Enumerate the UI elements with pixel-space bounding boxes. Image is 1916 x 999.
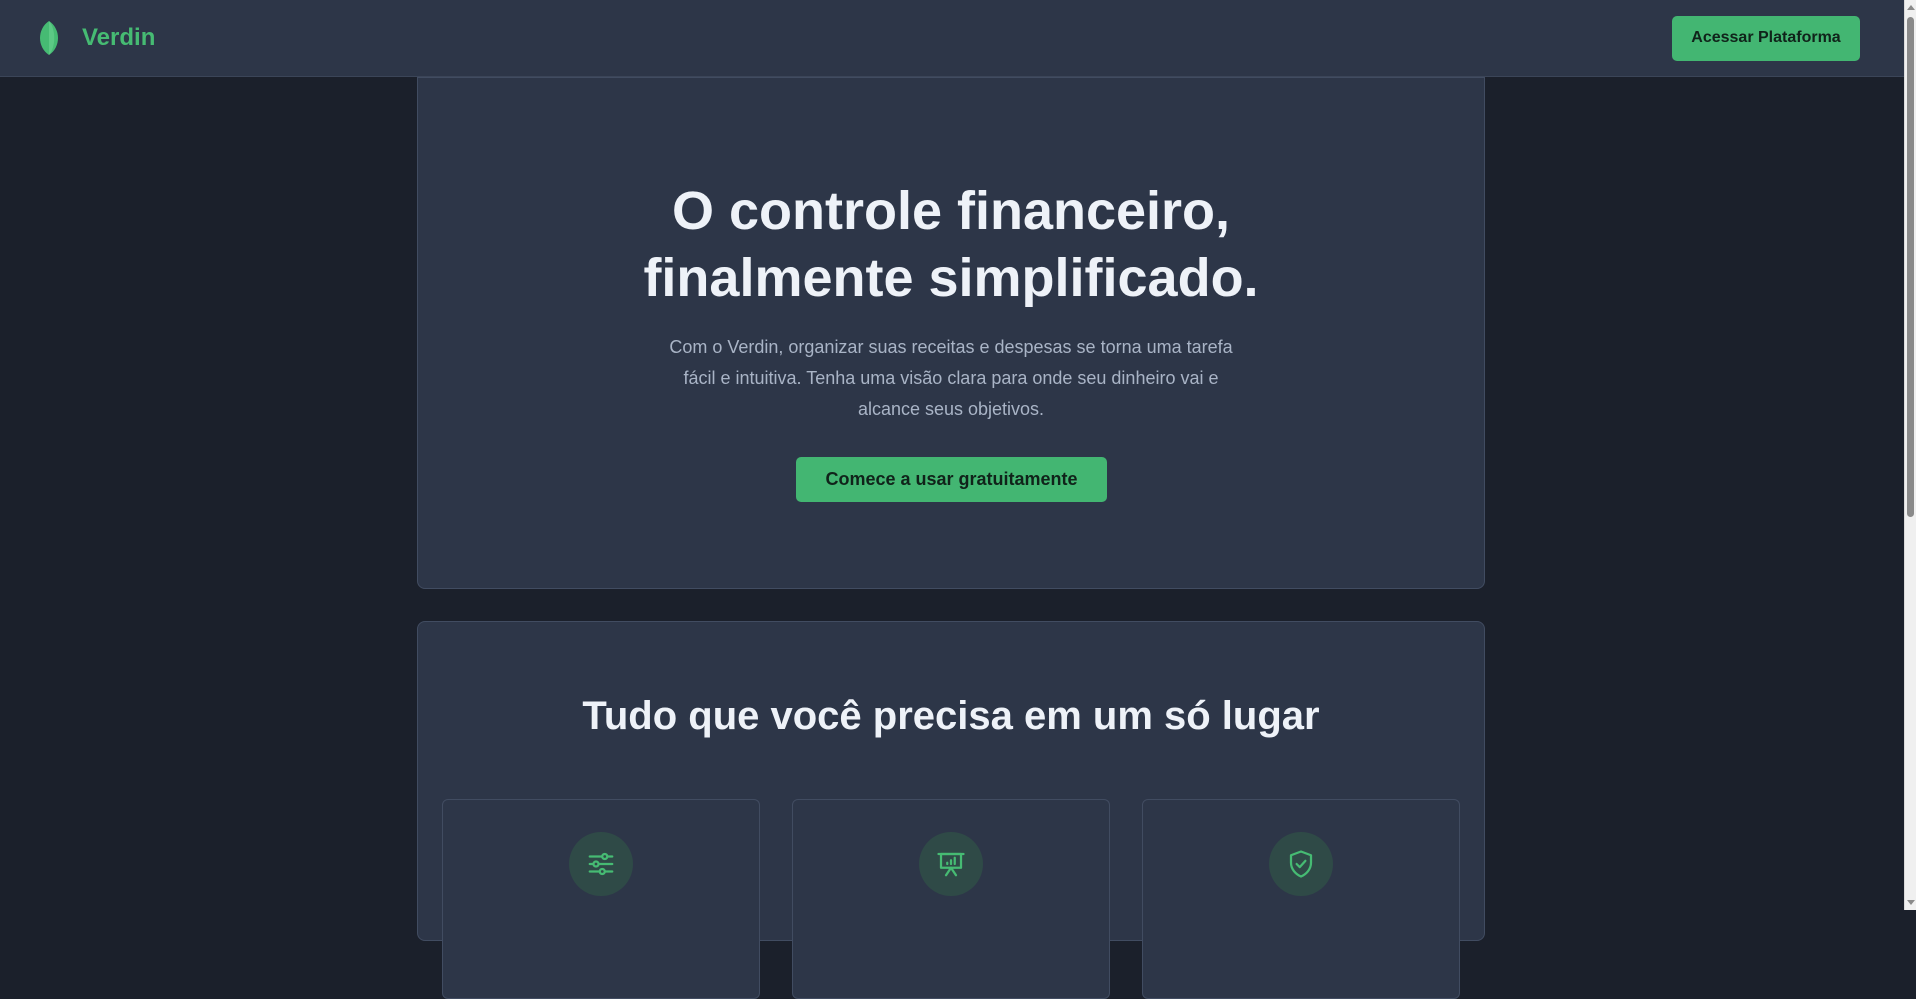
features-title: Tudo que você precisa em um só lugar: [582, 694, 1320, 738]
presentation-chart-icon: [919, 832, 983, 896]
access-platform-button[interactable]: Acessar Plataforma: [1672, 15, 1860, 61]
scroll-up-arrow-icon[interactable]: [1907, 5, 1915, 10]
hero-subtitle: Com o Verdin, organizar suas receitas e …: [669, 337, 1233, 419]
feature-card-3: [1142, 799, 1460, 999]
start-free-button[interactable]: Comece a usar gratuitamente: [796, 457, 1107, 502]
vertical-scrollbar[interactable]: [1904, 0, 1916, 910]
feature-card-2: [792, 799, 1110, 999]
features-card: Tudo que você precisa em um só lugar: [417, 621, 1485, 999]
shield-check-icon: [1269, 832, 1333, 896]
scroll-down-arrow-icon[interactable]: [1907, 900, 1915, 905]
hero-card: O controle financeiro, finalmente simpli…: [417, 77, 1485, 589]
top-navbar: Verdin Acessar Plataforma: [0, 0, 1904, 77]
feature-card-1: [442, 799, 760, 999]
hero-title-line-2: finalmente simplificado.: [643, 248, 1259, 308]
sliders-icon: [569, 832, 633, 896]
leaf-icon: [40, 21, 58, 55]
brand[interactable]: Verdin: [34, 20, 155, 56]
hero-title-line-1: O controle financeiro,: [671, 181, 1231, 241]
brand-name: Verdin: [82, 24, 156, 51]
scroll-thumb[interactable]: [1907, 17, 1914, 517]
hero-title: O controle financeiro, finalmente simpli…: [418, 178, 1484, 312]
